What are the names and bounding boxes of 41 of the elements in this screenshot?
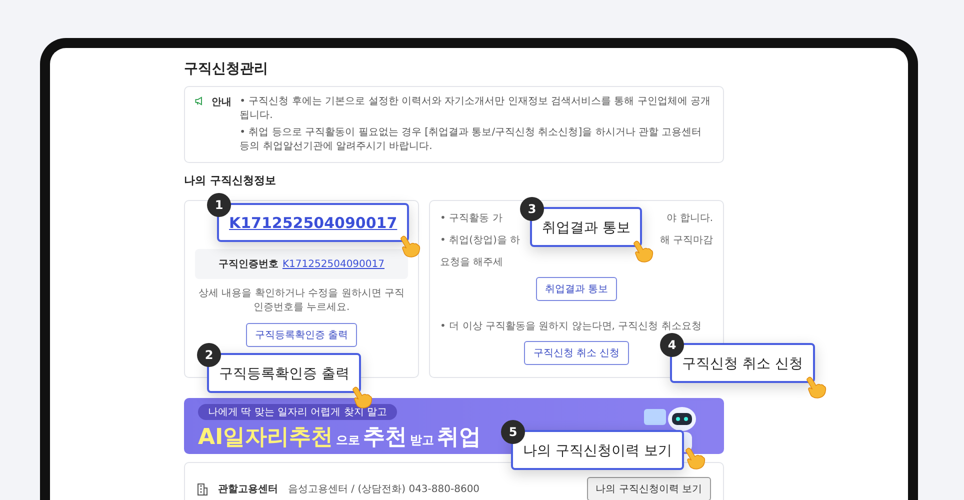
building-icon — [197, 482, 208, 496]
id-label: 구직인증번호 — [218, 258, 278, 271]
info-text: • 취업(창업)을 하 — [440, 234, 520, 247]
banner-headline: 으로 — [336, 432, 360, 449]
report-employment-button[interactable]: 취업결과 통보 — [536, 277, 618, 301]
banner-headline: 추천 — [363, 424, 408, 452]
print-certificate-button[interactable]: 구직등록확인증 출력 — [246, 323, 358, 347]
center-info: 음성고용센터 / (상담전화) 043-880-8600 — [288, 483, 481, 496]
application-history-button[interactable]: 나의 구직신청이력 보기 — [586, 477, 711, 500]
info-text: 야 합니다. — [666, 212, 713, 225]
notice-text: • 구직신청 후에는 기본으로 설정한 이력서와 자기소개서만 인재정보 검색서비스를 통해 구인업체에 공개됩니다. — [240, 95, 712, 123]
callout-label: 구직신청 취소 신청 — [682, 356, 803, 372]
megaphone-icon — [195, 95, 204, 107]
section-title: 나의 구직신청정보 — [184, 173, 277, 188]
banner-headline: 받고 — [410, 432, 434, 449]
callout-label: 취업결과 통보 — [542, 220, 630, 236]
callout-label: 구직등록확인증 출력 — [219, 366, 350, 382]
step-number: 4 — [660, 333, 684, 357]
step-number: 1 — [207, 193, 231, 217]
info-text: • 더 이상 구직활동을 원하지 않는다면, 구직신청 취소요청 — [440, 320, 702, 333]
hint-text: 상세 내용을 확인하거나 수정을 원하시면 구직인증번호를 누르세요. — [198, 287, 406, 315]
certification-number-link[interactable]: K171252504090017 — [229, 214, 398, 232]
notice-text: • 취업 등으로 구직활동이 필요없는 경우 [취업결과 통보/구직신청 취소신청]을 하시거나 관할 고용센터 등의 취업알선기관에 알려주시기 바랍니다. — [240, 126, 703, 154]
cancel-application-button[interactable]: 구직신청 취소 신청 — [524, 341, 629, 365]
info-text: • 구직활동 가 — [440, 212, 502, 225]
notice-label: 안내 — [212, 96, 232, 110]
pointing-hand-icon — [684, 446, 706, 470]
pointing-hand-icon — [632, 239, 654, 263]
banner-tagline: 나에게 딱 맞는 일자리 어렵게 찾지 말고 — [198, 404, 398, 420]
page-title: 구직신청관리 — [184, 60, 269, 78]
step-number: 2 — [197, 343, 221, 367]
center-label: 관할고용센터 — [218, 483, 278, 496]
step-number: 3 — [520, 197, 544, 221]
pointing-hand-icon — [399, 234, 422, 258]
pointing-hand-icon — [804, 375, 827, 399]
banner-headline: AI일자리추천 — [198, 424, 334, 452]
banner-headline: 취업 — [437, 424, 482, 452]
pointing-hand-icon — [351, 385, 374, 409]
info-text: 요청을 해주세 — [440, 256, 504, 269]
id-link[interactable]: K171252504090017 — [282, 258, 384, 270]
info-text: 해 구직마감 — [660, 234, 713, 247]
